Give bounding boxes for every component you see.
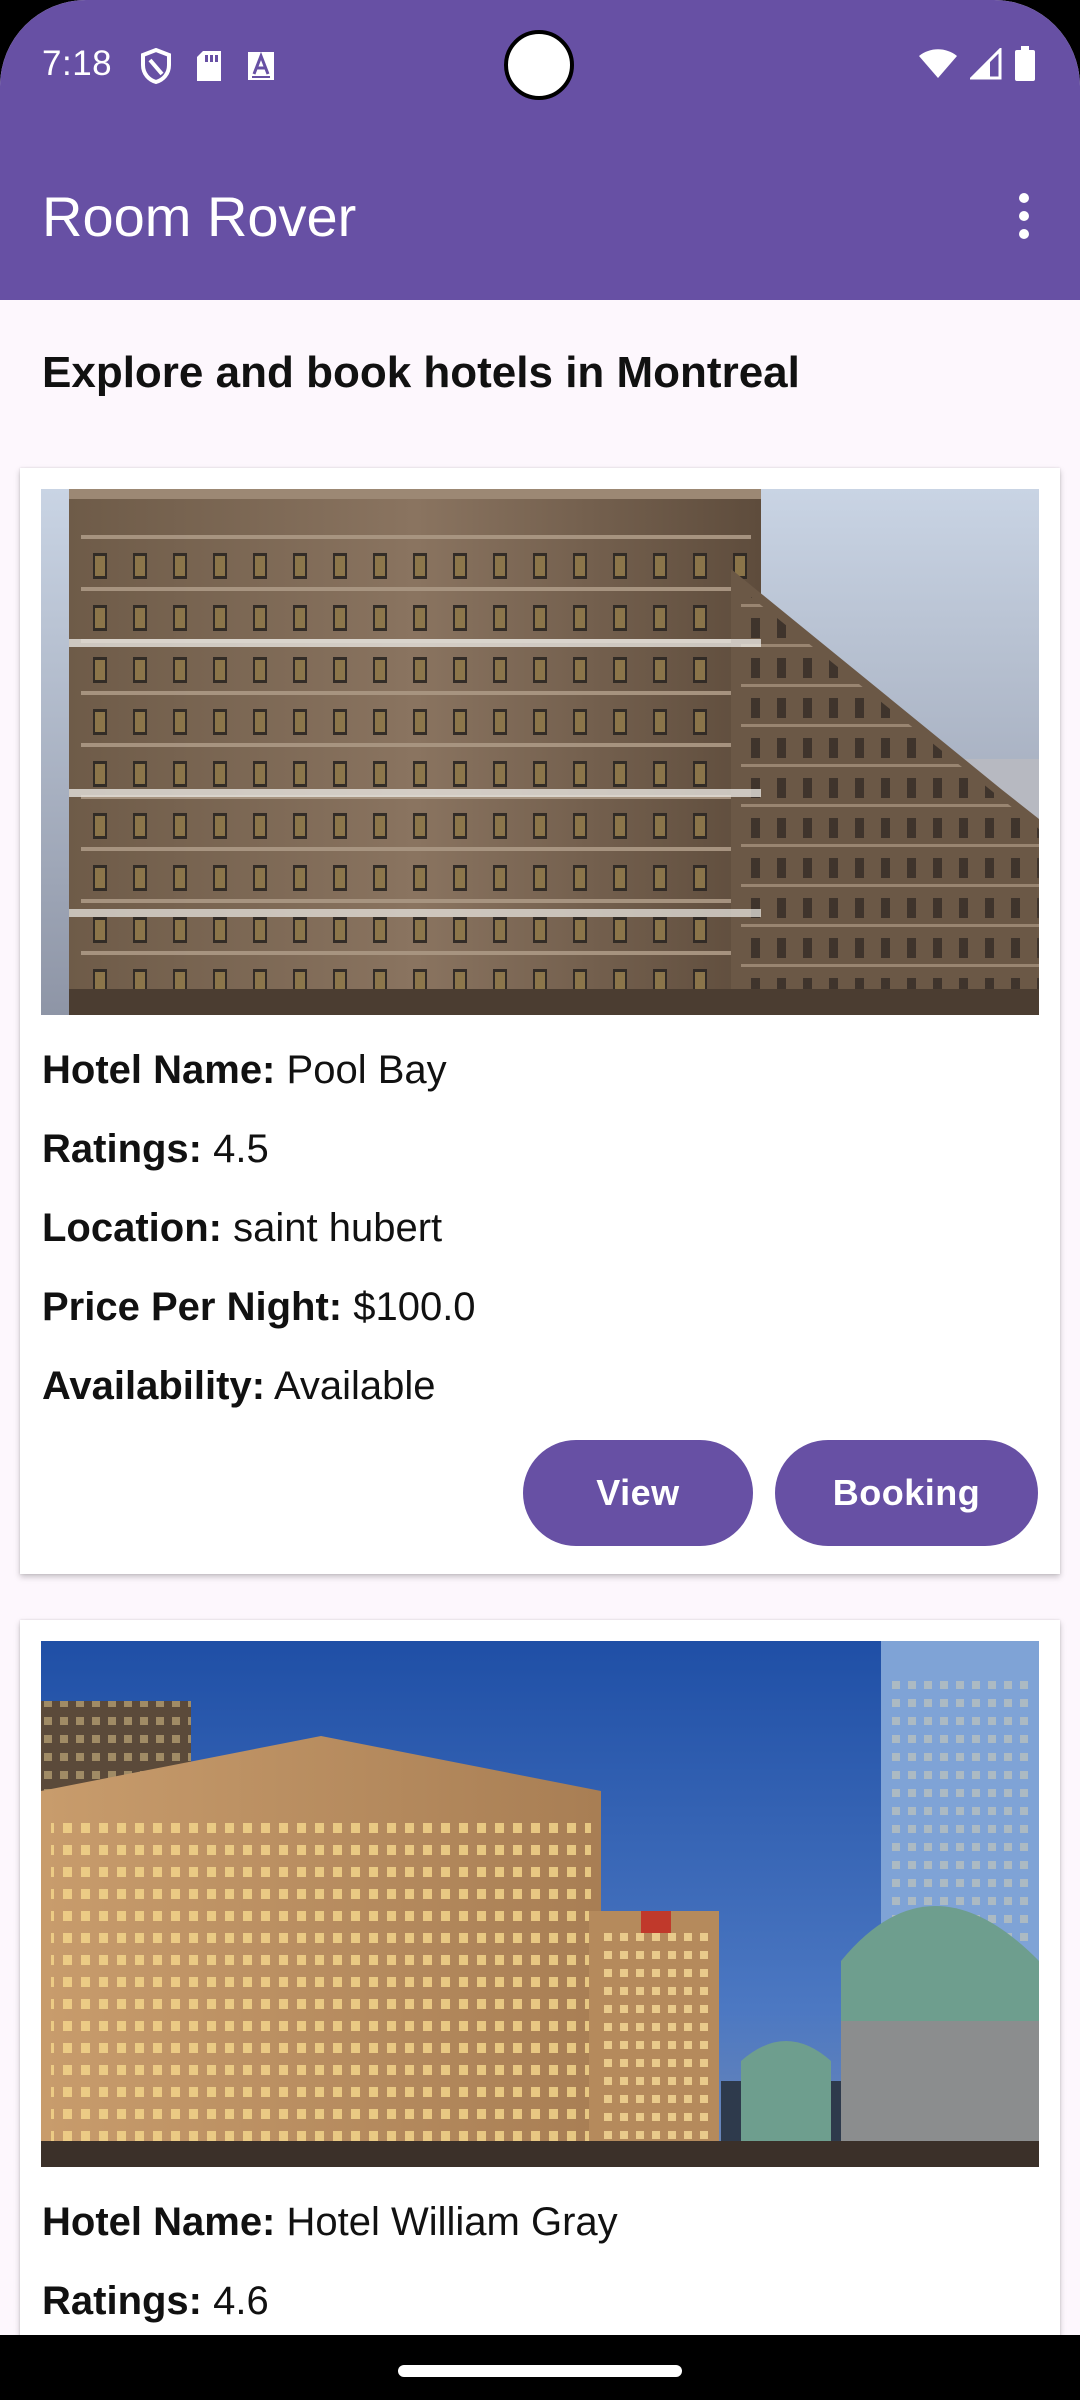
hotel-name-row: Hotel Name: Hotel William Gray [42, 2200, 618, 2245]
hotel-name-value: Hotel William Gray [286, 2200, 618, 2244]
app-screen: 7:18 Room Rover Explore and book hotels … [0, 0, 1080, 2400]
app-title: Room Rover [42, 185, 357, 248]
rating-value: 4.6 [213, 2279, 269, 2323]
location-label: Location: [42, 1206, 222, 1250]
more-vert-icon [1019, 193, 1029, 239]
navigation-bar [0, 2335, 1080, 2400]
rating-value: 4.5 [213, 1127, 269, 1171]
availability-row: Availability: Available [42, 1364, 436, 1409]
location-row: Location: saint hubert [42, 1206, 442, 1251]
page-heading: Explore and book hotels in Montreal [42, 348, 800, 397]
sd-card-icon [197, 51, 221, 81]
hotel-photo [41, 1641, 1039, 2167]
rating-label: Ratings: [42, 2279, 202, 2323]
hotel-card: Hotel Name: Pool Bay Ratings: 4.5 Locati… [20, 468, 1060, 1574]
hotel-name-value: Pool Bay [286, 1048, 447, 1092]
status-icons-left [140, 48, 276, 84]
app-bar: Room Rover [0, 132, 1080, 300]
booking-button[interactable]: Booking [775, 1440, 1038, 1546]
overflow-menu-button[interactable] [988, 176, 1060, 256]
wifi-icon [919, 49, 957, 78]
status-icons-right [918, 46, 1036, 82]
battery-icon [1015, 46, 1035, 81]
font-a-icon [248, 51, 274, 80]
hotel-photo [41, 489, 1039, 1015]
rating-row: Ratings: 4.6 [42, 2279, 269, 2324]
hotel-name-row: Hotel Name: Pool Bay [42, 1048, 447, 1093]
status-bar: 7:18 [0, 0, 1080, 132]
rating-label: Ratings: [42, 1127, 202, 1171]
rating-row: Ratings: 4.5 [42, 1127, 269, 1172]
hotel-name-label: Hotel Name: [42, 2200, 276, 2244]
availability-value: Available [273, 1364, 436, 1408]
price-label: Price Per Night: [42, 1285, 343, 1329]
cellular-icon [970, 48, 1002, 80]
price-value: $100.0 [353, 1285, 476, 1329]
front-camera [504, 30, 574, 100]
location-value: saint hubert [233, 1206, 443, 1250]
status-time: 7:18 [42, 44, 113, 83]
price-row: Price Per Night: $100.0 [42, 1285, 476, 1330]
shield-icon [141, 48, 171, 84]
hotel-list-content[interactable]: Explore and book hotels in Montreal Hote… [0, 300, 1080, 2335]
hotel-card: Hotel Name: Hotel William Gray Ratings: … [20, 1620, 1060, 2335]
view-button[interactable]: View [523, 1440, 753, 1546]
availability-label: Availability: [42, 1364, 266, 1408]
home-gesture-handle[interactable] [398, 2365, 682, 2377]
hotel-name-label: Hotel Name: [42, 1048, 276, 1092]
